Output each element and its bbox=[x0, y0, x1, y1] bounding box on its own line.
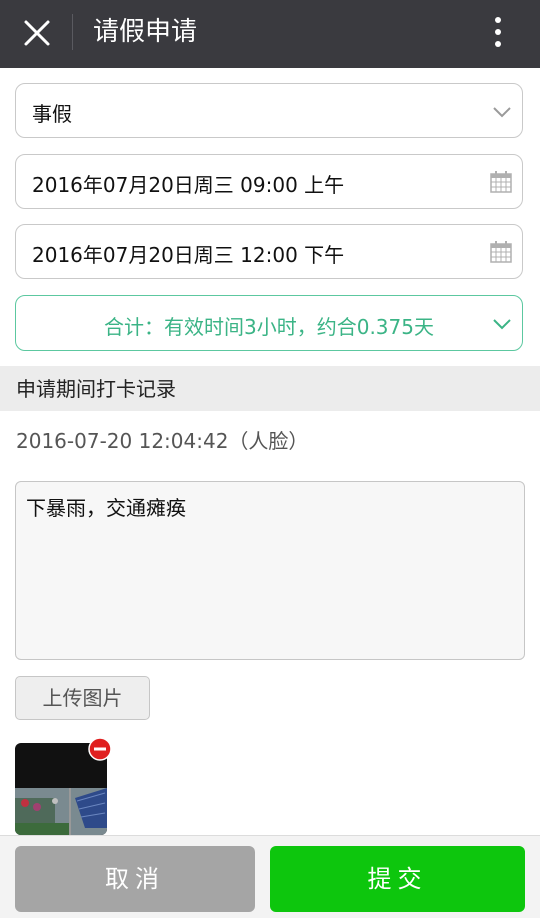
more-button[interactable] bbox=[478, 10, 518, 54]
remove-icon[interactable] bbox=[88, 737, 112, 761]
reason-textarea[interactable]: 下暴雨，交通瘫痪 bbox=[15, 481, 525, 660]
close-button[interactable] bbox=[14, 12, 58, 56]
leave-type-value: 事假 bbox=[32, 102, 72, 126]
submit-button[interactable]: 提交 bbox=[270, 846, 525, 912]
clock-records-header: 申请期间打卡记录 bbox=[0, 366, 540, 411]
page-title: 请假申请 bbox=[93, 17, 198, 47]
close-icon bbox=[24, 20, 50, 46]
clock-record-item: 2016-07-20 12:04:42（人脸） bbox=[16, 429, 309, 453]
header-divider bbox=[72, 14, 73, 50]
start-time-value: 2016年07月20日周三 09:00 上午 bbox=[32, 173, 345, 197]
upload-image-button[interactable]: 上传图片 bbox=[15, 676, 150, 720]
chevron-down-icon bbox=[493, 319, 511, 330]
duration-summary[interactable]: 合计：有效时间3小时，约合0.375天 bbox=[15, 295, 523, 351]
action-bar: 取消 提交 bbox=[0, 835, 540, 918]
end-time-field[interactable]: 2016年07月20日周三 12:00 下午 bbox=[15, 224, 523, 279]
leave-type-select[interactable]: 事假 bbox=[15, 83, 523, 138]
app-header: 请假申请 bbox=[0, 0, 540, 68]
end-time-value: 2016年07月20日周三 12:00 下午 bbox=[32, 243, 345, 267]
duration-summary-text: 合计：有效时间3小时，约合0.375天 bbox=[104, 315, 434, 339]
reason-text: 下暴雨，交通瘫痪 bbox=[26, 496, 186, 520]
start-time-field[interactable]: 2016年07月20日周三 09:00 上午 bbox=[15, 154, 523, 209]
calendar-icon bbox=[490, 241, 512, 263]
chevron-down-icon bbox=[493, 107, 511, 118]
cancel-button[interactable]: 取消 bbox=[15, 846, 255, 912]
more-vertical-icon bbox=[495, 17, 501, 47]
calendar-icon bbox=[490, 171, 512, 193]
clock-records-heading: 申请期间打卡记录 bbox=[16, 377, 176, 401]
